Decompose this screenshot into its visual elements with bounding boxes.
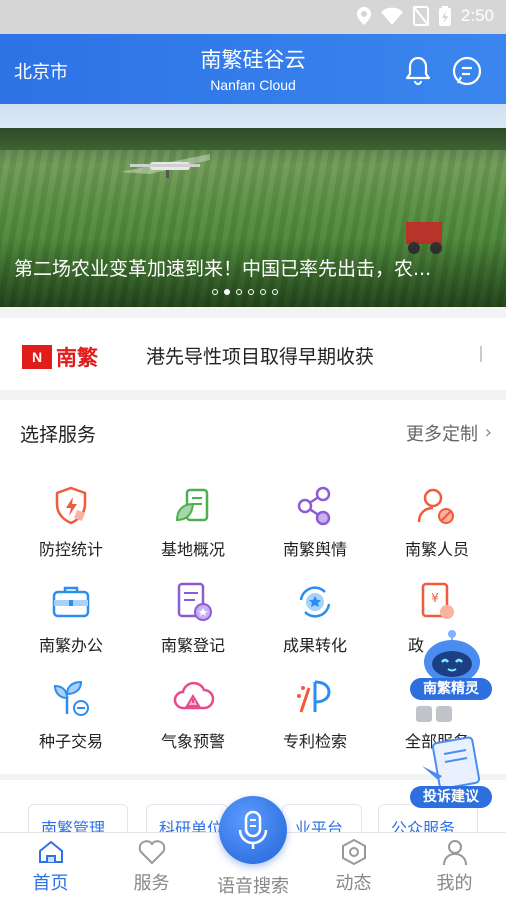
shield-lightning-icon [55, 486, 87, 525]
tab-label: 动态 [335, 873, 372, 894]
status-bar: 2:50 [0, 0, 506, 34]
microphone-icon [238, 810, 268, 849]
service-label: 防控统计 [38, 540, 103, 559]
services-title: 选择服务 [20, 424, 97, 446]
carousel-dot[interactable] [236, 289, 242, 295]
service-label: 成果转化 [282, 636, 347, 655]
tab-dynamics[interactable]: 动态 [303, 833, 404, 900]
more-custom-link[interactable]: 更多定制 [406, 420, 478, 446]
banner-caption[interactable]: 第二场农业变革加速到来！中国已率先出击，农... [14, 254, 492, 281]
app-header: 北京市 南繁硅谷云 Nanfan Cloud [0, 34, 506, 104]
service-item[interactable]: 成果转化 [252, 578, 378, 672]
person-block-icon [417, 488, 454, 524]
service-item[interactable]: 气象预警 [130, 674, 256, 768]
no-sim-icon [412, 6, 429, 26]
cloud-warning-icon [173, 681, 215, 710]
tab-services[interactable]: 服务 [101, 833, 202, 900]
pager-square [416, 706, 432, 722]
clock: 2:50 [460, 6, 494, 25]
service-item[interactable]: 基地概况 [130, 482, 256, 576]
carousel-dot[interactable] [224, 289, 230, 295]
home-icon [38, 840, 63, 863]
user-icon [442, 840, 467, 866]
news-ticker[interactable]: N 南繁 港先导性项目取得早期收获 [0, 318, 506, 390]
service-label: 南繁办公 [38, 636, 103, 655]
carousel-dot[interactable] [272, 289, 278, 295]
service-item[interactable]: 南繁办公 [8, 578, 134, 672]
banner-tree-line [0, 128, 506, 150]
crop-duster-plane [120, 154, 210, 178]
yuan-document-icon: ¥ [421, 582, 454, 619]
service-item[interactable]: 防控统计 [8, 482, 134, 576]
service-label: 专利检索 [282, 732, 347, 751]
share-nodes-icon [297, 486, 331, 526]
news-logo-mark: N [22, 345, 52, 369]
location-icon [356, 7, 371, 25]
tab-home[interactable]: 首页 [0, 833, 101, 900]
carousel-dot[interactable] [260, 289, 266, 295]
service-item[interactable]: 专利检索 [252, 674, 378, 768]
battery-charging-icon [438, 6, 451, 26]
voice-search-label: 语音搜索 [217, 876, 289, 897]
service-label: 南繁舆情 [282, 540, 347, 559]
carousel-dot[interactable] [212, 289, 218, 295]
star-cycle-icon [299, 586, 331, 618]
pager-square [436, 706, 452, 722]
service-label: 基地概况 [160, 540, 225, 559]
service-item[interactable]: 南繁登记 [130, 578, 256, 672]
service-label: 南繁人员 [404, 540, 469, 559]
tab-label: 我的 [436, 873, 473, 894]
wifi-icon [380, 7, 403, 25]
complaint-widget[interactable]: 投诉建议 [408, 736, 494, 812]
hexagon-icon [341, 838, 366, 866]
briefcase-icon [52, 586, 90, 618]
assistant-label: 南繁精灵 [410, 678, 492, 700]
tab-mine[interactable]: 我的 [404, 833, 505, 900]
voice-search-button[interactable] [219, 796, 287, 864]
bell-icon[interactable] [402, 54, 434, 86]
robot-icon [424, 630, 480, 684]
register-form-icon [177, 582, 212, 621]
banner-carousel[interactable]: 第二场农业变革加速到来！中国已率先出击，农... [0, 104, 506, 307]
service-item[interactable]: 种子交易 [8, 674, 134, 768]
news-logo: N 南繁 [22, 342, 98, 372]
service-label: 南繁登记 [160, 636, 225, 655]
tab-label: 首页 [32, 873, 69, 894]
leaf-document-icon [175, 488, 209, 522]
service-item[interactable]: 南繁人员 [374, 482, 500, 576]
news-headline[interactable]: 港先导性项目取得早期收获 [146, 342, 476, 369]
assistant-widget[interactable]: 南繁精灵 [408, 626, 496, 708]
news-logo-brand: 南繁 [56, 346, 98, 370]
heart-icon [138, 840, 165, 865]
tab-label: 服务 [133, 873, 170, 894]
status-icons: 2:50 [356, 6, 494, 26]
seedling-icon [53, 680, 89, 716]
service-item[interactable]: 南繁舆情 [252, 482, 378, 576]
complaint-label: 投诉建议 [410, 786, 492, 808]
message-icon[interactable] [450, 54, 484, 88]
svg-text:¥: ¥ [431, 591, 439, 605]
ticker-divider [480, 346, 482, 362]
service-label: 气象预警 [160, 732, 225, 751]
complaint-doc-icon [422, 736, 481, 790]
service-label: 种子交易 [38, 732, 103, 751]
patent-icon [297, 680, 331, 713]
carousel-indicator [212, 289, 278, 295]
carousel-dot[interactable] [248, 289, 254, 295]
chevron-right-icon[interactable]: › [485, 422, 492, 443]
